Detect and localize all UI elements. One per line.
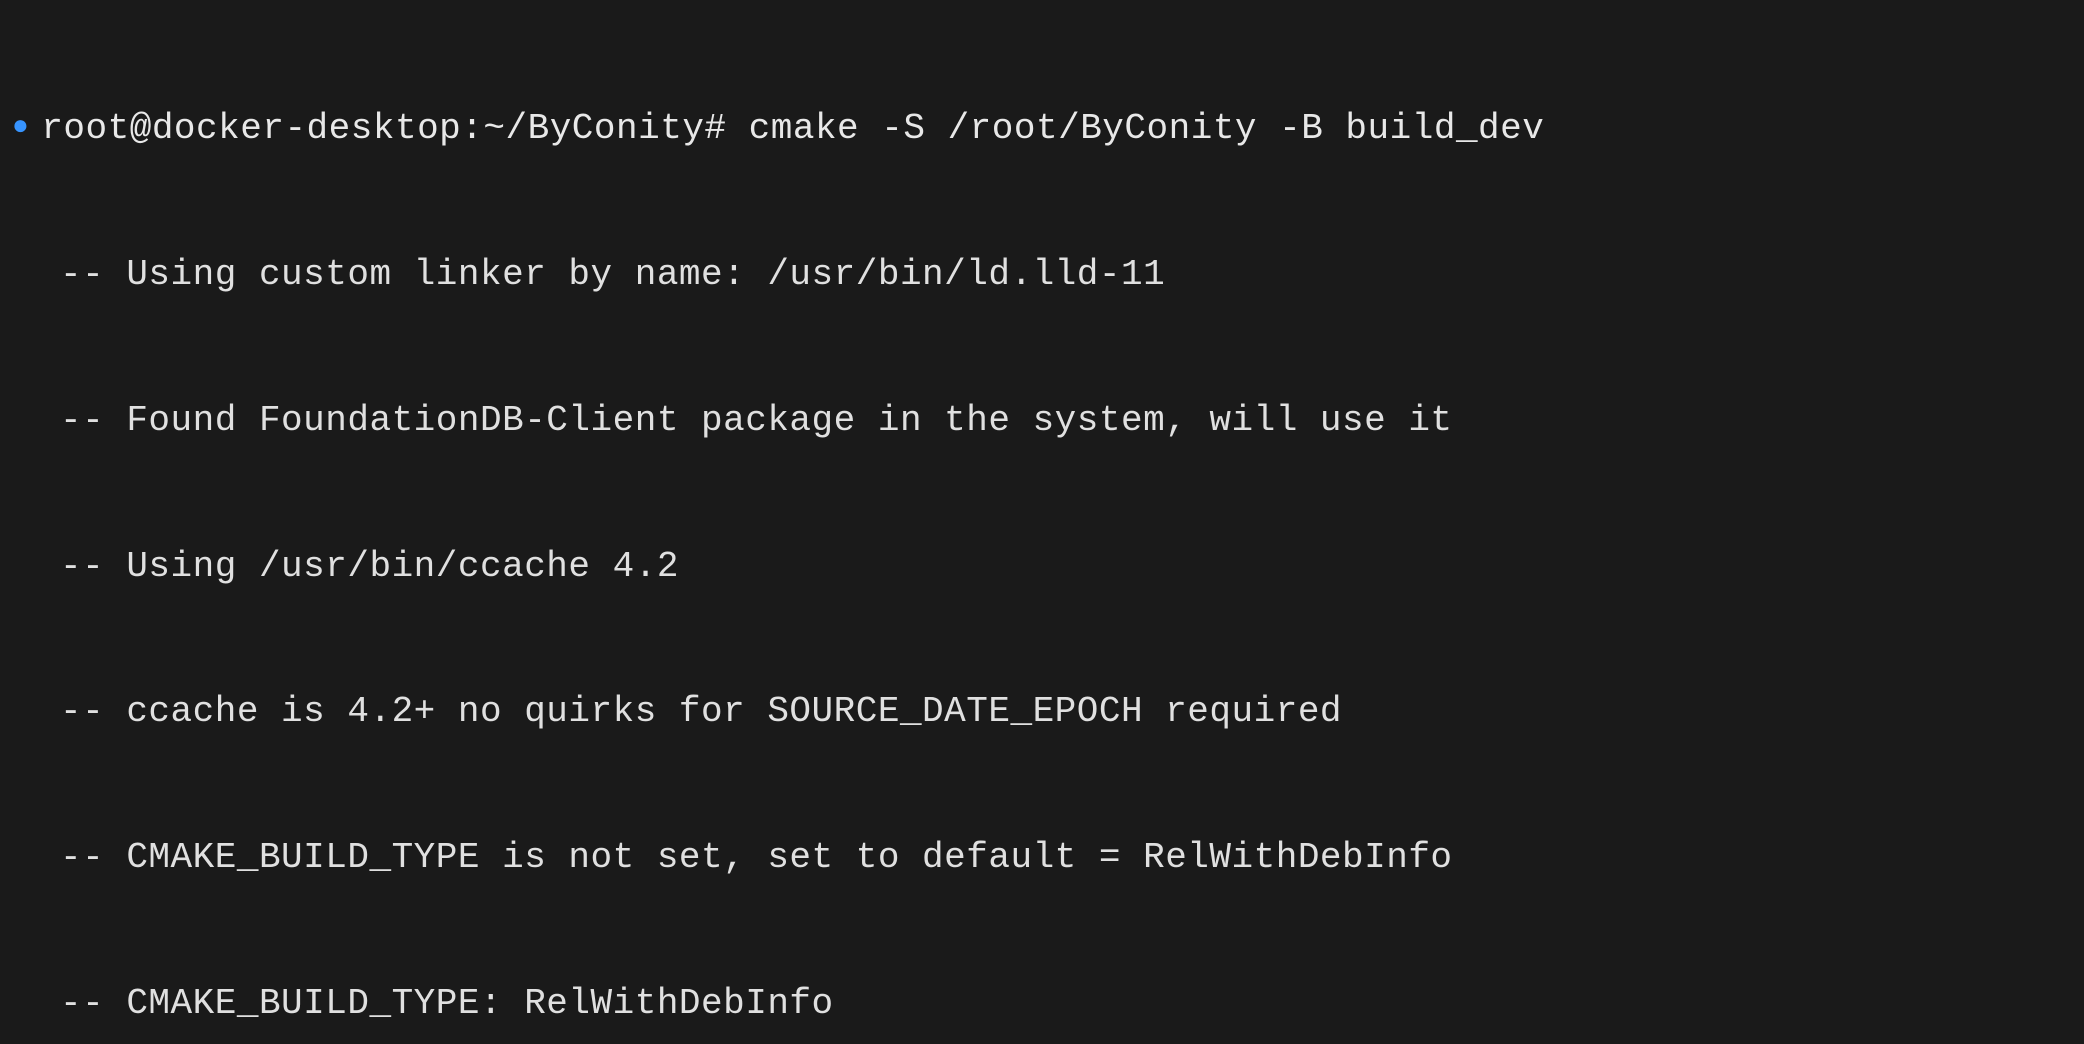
prompt-separator	[727, 105, 749, 154]
output-line: -- Found FoundationDB-Client package in …	[12, 397, 2072, 446]
command-text: cmake -S /root/ByConity -B build_dev	[749, 105, 1545, 154]
command-line: ● root@docker-desktop:~/ByConity# cmake …	[12, 105, 2072, 154]
terminal-output: ● root@docker-desktop:~/ByConity# cmake …	[12, 8, 2072, 1044]
output-line: -- ccache is 4.2+ no quirks for SOURCE_D…	[12, 688, 2072, 737]
modified-indicator-icon: ●	[12, 109, 29, 147]
output-line: -- CMAKE_BUILD_TYPE is not set, set to d…	[12, 834, 2072, 883]
output-line: -- Using custom linker by name: /usr/bin…	[12, 251, 2072, 300]
output-line: -- CMAKE_BUILD_TYPE: RelWithDebInfo	[12, 980, 2072, 1029]
output-line: -- Using /usr/bin/ccache 4.2	[12, 543, 2072, 592]
shell-prompt: root@docker-desktop:~/ByConity#	[41, 105, 726, 154]
